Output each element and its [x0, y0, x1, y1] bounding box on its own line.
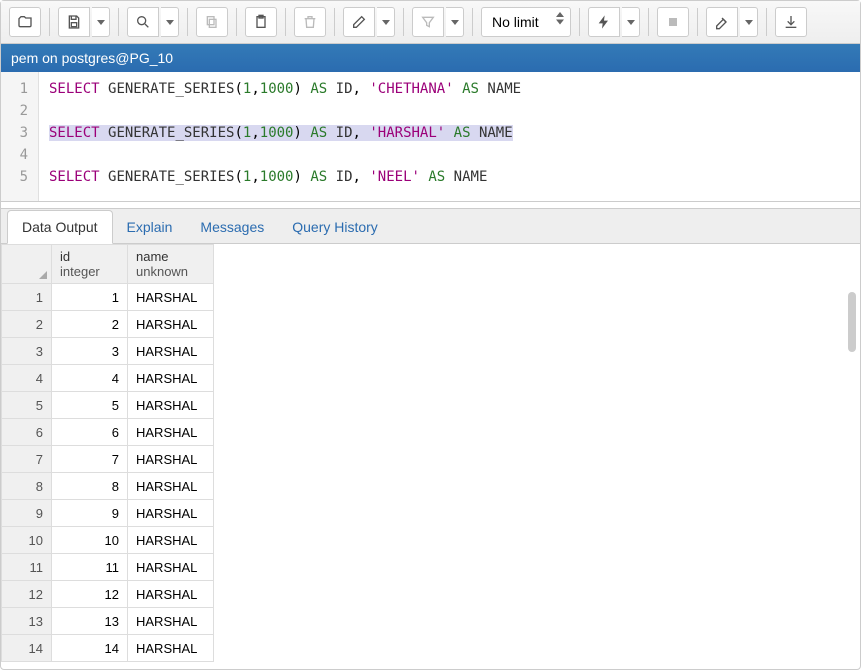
cell-name[interactable]: HARSHAL	[128, 446, 214, 473]
table-row[interactable]: 66HARSHAL	[2, 419, 214, 446]
table-row[interactable]: 22HARSHAL	[2, 311, 214, 338]
row-header[interactable]: 7	[2, 446, 52, 473]
table-row[interactable]: 11HARSHAL	[2, 284, 214, 311]
sql-editor[interactable]: 12345 SELECT GENERATE_SERIES(1,1000) AS …	[1, 72, 860, 202]
main-toolbar: No limit	[1, 1, 860, 44]
find-button[interactable]	[127, 7, 159, 37]
cell-id[interactable]: 14	[52, 635, 128, 662]
connection-bar: pem on postgres@PG_10	[1, 44, 860, 72]
cell-name[interactable]: HARSHAL	[128, 473, 214, 500]
row-header[interactable]: 4	[2, 365, 52, 392]
table-row[interactable]: 77HARSHAL	[2, 446, 214, 473]
cell-name[interactable]: HARSHAL	[128, 635, 214, 662]
rows-limit-select[interactable]: No limit	[481, 7, 571, 37]
download-button[interactable]	[775, 7, 807, 37]
column-header-name[interactable]: nameunknown	[128, 245, 214, 284]
stop-button[interactable]	[657, 7, 689, 37]
table-row[interactable]: 1010HARSHAL	[2, 527, 214, 554]
delete-button[interactable]	[294, 7, 326, 37]
cell-id[interactable]: 10	[52, 527, 128, 554]
table-row[interactable]: 1212HARSHAL	[2, 581, 214, 608]
tab-explain[interactable]: Explain	[113, 211, 187, 243]
cell-name[interactable]: HARSHAL	[128, 500, 214, 527]
cell-name[interactable]: HARSHAL	[128, 338, 214, 365]
results-grid-wrap: idinteger nameunknown 11HARSHAL22HARSHAL…	[1, 244, 860, 664]
cell-id[interactable]: 7	[52, 446, 128, 473]
cell-id[interactable]: 12	[52, 581, 128, 608]
column-header-id[interactable]: idinteger	[52, 245, 128, 284]
filter-button[interactable]	[412, 7, 444, 37]
cell-name[interactable]: HARSHAL	[128, 284, 214, 311]
row-header[interactable]: 1	[2, 284, 52, 311]
row-header[interactable]: 11	[2, 554, 52, 581]
tab-messages[interactable]: Messages	[186, 211, 278, 243]
cell-name[interactable]: HARSHAL	[128, 419, 214, 446]
row-header[interactable]: 6	[2, 419, 52, 446]
edit-button[interactable]	[343, 7, 375, 37]
row-header[interactable]: 12	[2, 581, 52, 608]
cell-id[interactable]: 1	[52, 284, 128, 311]
table-row[interactable]: 33HARSHAL	[2, 338, 214, 365]
paste-button[interactable]	[245, 7, 277, 37]
edit-dropdown-button[interactable]	[377, 7, 395, 37]
table-row[interactable]: 1313HARSHAL	[2, 608, 214, 635]
cell-name[interactable]: HARSHAL	[128, 608, 214, 635]
row-header[interactable]: 13	[2, 608, 52, 635]
execute-dropdown-button[interactable]	[622, 7, 640, 37]
open-file-button[interactable]	[9, 7, 41, 37]
cell-id[interactable]: 2	[52, 311, 128, 338]
cell-name[interactable]: HARSHAL	[128, 365, 214, 392]
table-row[interactable]: 99HARSHAL	[2, 500, 214, 527]
cell-id[interactable]: 11	[52, 554, 128, 581]
save-button[interactable]	[58, 7, 90, 37]
output-tabs: Data Output Explain Messages Query Histo…	[1, 208, 860, 244]
editor-gutter: 12345	[1, 72, 39, 201]
copy-button[interactable]	[196, 7, 228, 37]
cell-id[interactable]: 9	[52, 500, 128, 527]
vertical-scrollbar[interactable]	[848, 292, 856, 352]
cell-id[interactable]: 4	[52, 365, 128, 392]
clear-button[interactable]	[706, 7, 738, 37]
grid-corner[interactable]	[2, 245, 52, 284]
tab-query-history[interactable]: Query History	[278, 211, 392, 243]
cell-id[interactable]: 5	[52, 392, 128, 419]
table-row[interactable]: 44HARSHAL	[2, 365, 214, 392]
row-header[interactable]: 5	[2, 392, 52, 419]
cell-name[interactable]: HARSHAL	[128, 554, 214, 581]
row-header[interactable]: 8	[2, 473, 52, 500]
table-row[interactable]: 1111HARSHAL	[2, 554, 214, 581]
table-row[interactable]: 88HARSHAL	[2, 473, 214, 500]
row-header[interactable]: 2	[2, 311, 52, 338]
cell-id[interactable]: 8	[52, 473, 128, 500]
cell-name[interactable]: HARSHAL	[128, 581, 214, 608]
filter-dropdown-button[interactable]	[446, 7, 464, 37]
table-row[interactable]: 1414HARSHAL	[2, 635, 214, 662]
results-grid[interactable]: idinteger nameunknown 11HARSHAL22HARSHAL…	[1, 244, 214, 662]
cell-id[interactable]: 6	[52, 419, 128, 446]
save-dropdown-button[interactable]	[92, 7, 110, 37]
editor-content[interactable]: SELECT GENERATE_SERIES(1,1000) AS ID, 'C…	[39, 72, 531, 201]
execute-button[interactable]	[588, 7, 620, 37]
row-header[interactable]: 10	[2, 527, 52, 554]
row-header[interactable]: 9	[2, 500, 52, 527]
cell-name[interactable]: HARSHAL	[128, 527, 214, 554]
row-header[interactable]: 14	[2, 635, 52, 662]
cell-name[interactable]: HARSHAL	[128, 392, 214, 419]
table-row[interactable]: 55HARSHAL	[2, 392, 214, 419]
tab-data-output[interactable]: Data Output	[7, 210, 113, 244]
cell-name[interactable]: HARSHAL	[128, 311, 214, 338]
connection-label: pem on postgres@PG_10	[11, 50, 173, 66]
clear-dropdown-button[interactable]	[740, 7, 758, 37]
cell-id[interactable]: 13	[52, 608, 128, 635]
cell-id[interactable]: 3	[52, 338, 128, 365]
row-header[interactable]: 3	[2, 338, 52, 365]
find-dropdown-button[interactable]	[161, 7, 179, 37]
